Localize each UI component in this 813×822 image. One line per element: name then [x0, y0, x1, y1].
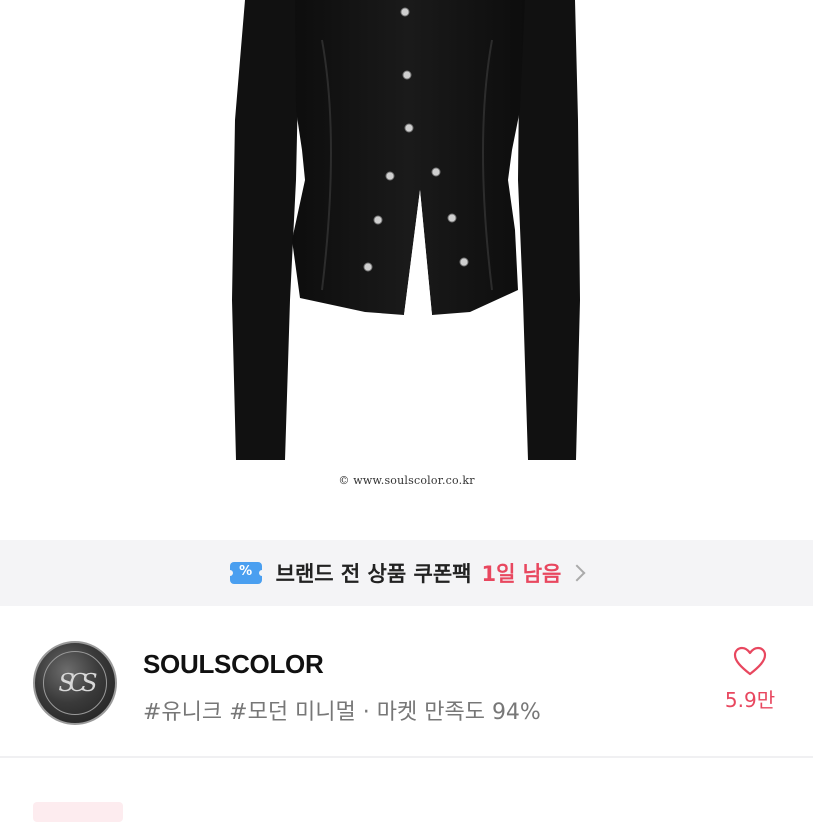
- like-count: 5.9만: [724, 688, 776, 712]
- shop-tags: #유니크 #모던 미니멀 · 마켓 만족도 94%: [143, 700, 541, 725]
- coupon-banner-text: 브랜드 전 상품 쿠폰팩: [275, 562, 472, 586]
- shop-name[interactable]: SOULSCOLOR: [143, 649, 324, 680]
- coupon-ticket-icon: %: [226, 562, 265, 584]
- cardigan-illustration: [232, 0, 580, 460]
- chevron-right-icon: [568, 564, 586, 582]
- shop-logo-monogram: SCS: [43, 651, 107, 715]
- image-watermark: © www.soulscolor.co.kr: [338, 474, 475, 487]
- coupon-remaining-days: 1일 남음: [481, 562, 562, 586]
- like-button[interactable]: 5.9만: [716, 646, 784, 713]
- product-image[interactable]: © www.soulscolor.co.kr: [0, 0, 813, 540]
- coupon-banner[interactable]: % 브랜드 전 상품 쿠폰팩 1일 남음: [0, 540, 813, 606]
- shop-logo[interactable]: SCS: [33, 641, 117, 725]
- section-divider: [0, 756, 813, 758]
- heart-outline-icon: [733, 646, 767, 676]
- shop-info[interactable]: SCS SOULSCOLOR #유니크 #모던 미니멀 · 마켓 만족도 94%…: [0, 606, 813, 756]
- badge-partial: [33, 802, 123, 822]
